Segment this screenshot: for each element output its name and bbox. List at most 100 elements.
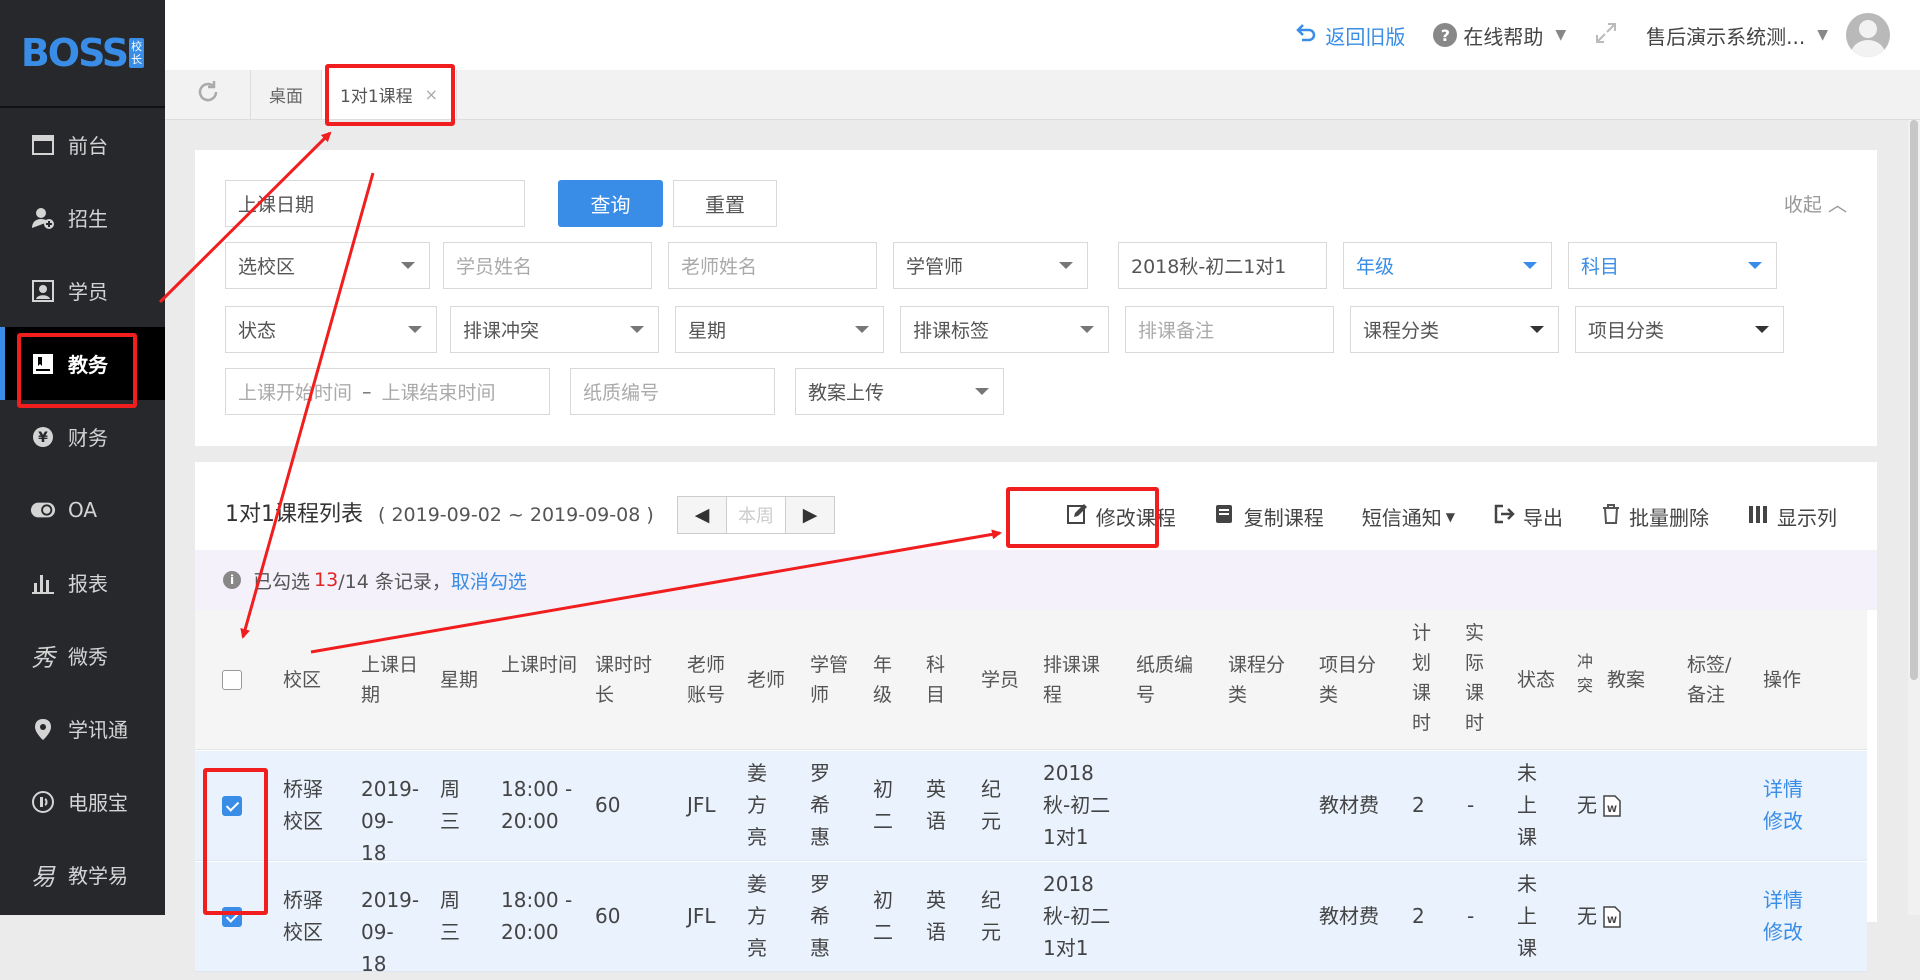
caret-down-icon <box>1530 326 1544 333</box>
status-select[interactable]: 状态 <box>225 306 437 353</box>
manager-select[interactable]: 学管师 <box>893 242 1088 289</box>
teacher-name-input[interactable]: 老师姓名 <box>668 242 877 289</box>
date-field-label: 上课日期 <box>238 194 315 216</box>
sidebar-item-label: 报表 <box>68 572 108 596</box>
time-range-input[interactable]: 上课开始时间 – 上课结束时间 <box>225 368 550 415</box>
tag-select[interactable]: 排课标签 <box>900 306 1109 353</box>
word-doc-icon[interactable]: W <box>1603 794 1621 826</box>
table-row[interactable]: 桥驿校区 2019-09-18 周三 18:00 - 20:00 60 JFL … <box>195 862 1867 976</box>
conflict-select[interactable]: 排课冲突 <box>450 306 659 353</box>
col-actions: 操作 <box>1763 669 1802 691</box>
reset-button[interactable]: 重置 <box>673 180 777 227</box>
col-duration: 课时时长 <box>595 654 653 706</box>
student-name-input[interactable]: 学员姓名 <box>443 242 652 289</box>
export-button[interactable]: 导出 <box>1493 502 1563 531</box>
sidebar-item-students[interactable]: 学员 <box>0 254 165 327</box>
edit-link[interactable]: 修改 <box>1763 805 1803 837</box>
scrollbar-thumb[interactable] <box>1910 120 1918 680</box>
course-category-select[interactable]: 课程分类 <box>1350 306 1559 353</box>
selected-count: 13 <box>314 569 339 591</box>
query-button[interactable]: 查询 <box>558 180 663 227</box>
sidebar-item-academic[interactable]: 教务 <box>0 327 165 400</box>
paper-number-input[interactable]: 纸质编号 <box>570 368 775 415</box>
this-week-button[interactable]: 本周 <box>726 497 786 533</box>
edit-link[interactable]: 修改 <box>1763 916 1803 948</box>
top-bar: 返回旧版 ? 在线帮助 ▼ 售后演示系统测... ▼ <box>165 0 1920 70</box>
campus-select[interactable]: 选校区 <box>225 242 430 289</box>
remark-input[interactable]: 排课备注 <box>1125 306 1334 353</box>
cell-project-category: 教材费 <box>1319 793 1379 817</box>
sidebar-item-dianfubao[interactable]: 电服宝 <box>0 765 165 838</box>
prev-week-button[interactable]: ◀ <box>678 497 726 533</box>
cell-date: 2019-09-18 <box>361 888 420 976</box>
caret-down-icon <box>1523 262 1537 269</box>
table-row[interactable]: 桥驿校区 2019-09-18 周三 18:00 - 20:00 60 JFL … <box>195 751 1867 865</box>
cell-week: 周三 <box>440 777 460 833</box>
page-scrollbar[interactable] <box>1908 120 1920 915</box>
col-plan-hours: 计划课时 <box>1412 622 1432 734</box>
tab-label: 1对1课程 <box>340 87 413 107</box>
trash-icon <box>1601 503 1621 530</box>
sidebar-item-jiaoxueyi[interactable]: 易教学易 <box>0 838 165 911</box>
fullscreen-button[interactable] <box>1594 21 1618 50</box>
edit-course-label: 修改课程 <box>1095 506 1176 530</box>
select-all-checkbox[interactable] <box>222 670 242 690</box>
cell-plan-hours: 2 <box>1412 904 1425 928</box>
word-doc-icon[interactable]: W <box>1603 905 1621 937</box>
sidebar-item-weixiu[interactable]: 秀微秀 <box>0 619 165 692</box>
online-help-menu[interactable]: ? 在线帮助 ▼ <box>1433 21 1566 50</box>
sidebar-item-finance[interactable]: ¥ 财务 <box>0 400 165 473</box>
batch-delete-button[interactable]: 批量删除 <box>1601 502 1709 531</box>
tab-desktop[interactable]: 桌面 <box>251 70 322 119</box>
avatar[interactable] <box>1846 13 1890 57</box>
course-name-input[interactable]: 2018秋-初二1对1 <box>1118 242 1327 289</box>
filter-panel: 上课日期 查询 重置 收起 ︿ 选校区 学员姓名 老师姓名 学管师 2018秋-… <box>195 150 1877 446</box>
lesson-plan-select[interactable]: 教案上传 <box>795 368 1004 415</box>
col-teacher: 老师 <box>747 669 786 691</box>
cell-subject: 英语 <box>926 777 946 833</box>
help-icon: ? <box>1433 23 1458 47</box>
xiu-icon: 秀 <box>31 644 55 672</box>
subject-select[interactable]: 科目 <box>1568 242 1777 289</box>
col-conflict: 冲突 <box>1577 652 1594 695</box>
id-card-icon <box>30 278 56 304</box>
grade-select[interactable]: 年级 <box>1343 242 1552 289</box>
chevron-down-icon: ▼ <box>1555 27 1567 43</box>
sidebar-item-frontdesk[interactable]: 前台 <box>0 108 165 181</box>
detail-link[interactable]: 详情 <box>1763 773 1803 805</box>
sidebar-item-enroll[interactable]: 招生 <box>0 181 165 254</box>
next-week-button[interactable]: ▶ <box>786 497 834 533</box>
sidebar-item-label: 招生 <box>68 207 108 231</box>
reset-label: 重置 <box>705 193 745 217</box>
detail-link[interactable]: 详情 <box>1763 884 1803 916</box>
logo-badge: 校长 <box>129 38 145 68</box>
project-category-select[interactable]: 项目分类 <box>1575 306 1784 353</box>
copy-course-label: 复制课程 <box>1243 506 1324 530</box>
date-field[interactable]: 上课日期 <box>225 180 525 227</box>
show-columns-button[interactable]: 显示列 <box>1747 502 1837 531</box>
back-old-version-link[interactable]: 返回旧版 <box>1295 21 1405 50</box>
selection-info-bar: i 已勾选 13 /14 条记录， 取消勾选 <box>195 550 1877 610</box>
copy-icon <box>1214 503 1236 530</box>
edit-course-button[interactable]: 修改课程 <box>1066 502 1176 531</box>
col-student: 学员 <box>981 669 1020 691</box>
cell-time: 18:00 - 20:00 <box>501 888 573 944</box>
user-menu[interactable]: 售后演示系统测... ▼ <box>1646 13 1890 57</box>
col-paper-number: 纸质编号 <box>1136 654 1194 706</box>
sidebar-item-oa[interactable]: OA <box>0 473 165 546</box>
sms-notify-dropdown[interactable]: 短信通知 ▼ <box>1362 502 1455 531</box>
copy-course-button[interactable]: 复制课程 <box>1214 502 1324 531</box>
bar-chart-icon <box>30 570 56 596</box>
svg-text:¥: ¥ <box>38 430 48 446</box>
close-icon[interactable]: × <box>425 85 438 104</box>
row-checkbox[interactable] <box>222 796 242 816</box>
cancel-selection-link[interactable]: 取消勾选 <box>451 567 527 594</box>
tab-one-on-one-course[interactable]: 1对1课程 × <box>322 70 458 119</box>
refresh-button[interactable] <box>165 70 251 119</box>
collapse-toggle[interactable]: 收起 ︿ <box>1784 190 1847 217</box>
sidebar-item-xuexuntong[interactable]: 学讯通 <box>0 692 165 765</box>
caret-down-icon <box>401 262 415 269</box>
row-checkbox[interactable] <box>222 907 242 927</box>
sidebar-item-reports[interactable]: 报表 <box>0 546 165 619</box>
weekday-select[interactable]: 星期 <box>675 306 884 353</box>
